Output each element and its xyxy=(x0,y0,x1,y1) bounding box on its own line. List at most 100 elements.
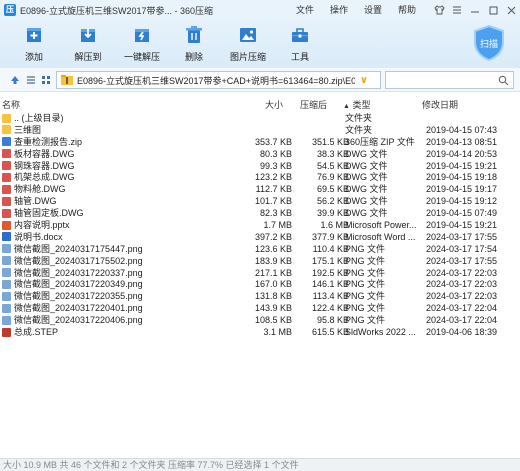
menu-file[interactable]: 文件 xyxy=(288,0,322,20)
extract-to-button[interactable]: 解压到 xyxy=(63,24,113,63)
file-list: .. (上级目录) 文件夹 三维图 文件夹 2019-04-15 07:43 查重检测报告… xyxy=(0,112,520,338)
view-detail-icon[interactable] xyxy=(40,74,52,86)
file-row[interactable]: 钢珠容器.DWG 99.3 KB 54.5 KB DWG 文件 2019-04-15 1… xyxy=(0,160,520,172)
file-modified: 2019-04-15 19:18 xyxy=(426,172,498,183)
file-name: 板材容器.DWG xyxy=(14,148,75,159)
view-list-icon[interactable] xyxy=(25,74,37,86)
file-row[interactable]: 轴管固定板.DWG 82.3 KB 39.9 KB DWG 文件 2019-04-15 … xyxy=(0,207,520,219)
file-row[interactable]: 查重检测报告.zip 353.7 KB 351.5 KB 360压缩 ZIP 文件 20… xyxy=(0,136,520,148)
file-name-cell: 板材容器.DWG xyxy=(2,148,75,160)
maximize-icon[interactable] xyxy=(484,0,502,20)
add-label: 添加 xyxy=(24,52,43,62)
file-type: DWG 文件 xyxy=(345,196,388,207)
path-field[interactable]: E0896-立式旋压机三维SW2017带参+CAD+说明书=613464=80.… xyxy=(56,71,381,89)
one-click-extract-button[interactable]: 一键解压 xyxy=(117,24,167,63)
file-name-cell: 物料舱.DWG xyxy=(2,183,66,195)
minimize-icon[interactable] xyxy=(466,0,484,20)
search-input[interactable] xyxy=(385,71,514,89)
file-modified: 2024-03-17 22:03 xyxy=(426,291,498,302)
file-modified: 2024-03-17 22:03 xyxy=(426,279,498,290)
file-row[interactable]: 微信截图_20240317220401.png 143.9 KB 122.4 KB P… xyxy=(0,302,520,314)
file-name-cell: 三维图 xyxy=(2,124,41,136)
col-packed[interactable]: 压缩后 xyxy=(300,98,327,111)
scan-label: 扫描 xyxy=(479,39,498,49)
file-size: 80.3 KB xyxy=(259,148,292,159)
file-type: DWG 文件 xyxy=(345,172,388,183)
file-type: PNG 文件 xyxy=(345,267,386,278)
menu-settings[interactable]: 设置 xyxy=(356,0,390,20)
file-modified: 2019-04-13 08:51 xyxy=(426,136,498,147)
up-arrow-icon[interactable] xyxy=(9,74,21,86)
close-icon[interactable] xyxy=(502,0,520,20)
file-name-cell: 轴管.DWG xyxy=(2,195,57,207)
col-modified[interactable]: 修改日期 xyxy=(422,98,458,111)
file-packed-size: 192.5 KB xyxy=(311,267,349,278)
toolbox-icon xyxy=(289,24,311,46)
file-row[interactable]: 微信截图_20240317220349.png 167.0 KB 146.1 KB P… xyxy=(0,278,520,290)
file-type: PNG 文件 xyxy=(345,279,386,290)
dwg-icon xyxy=(2,208,11,218)
file-name: 轴管固定板.DWG xyxy=(14,208,84,219)
col-type[interactable]: ▲ 类型 xyxy=(343,98,370,111)
file-type: Microsoft Power... xyxy=(345,220,417,231)
file-packed-size: 110.4 KB xyxy=(312,243,349,254)
menu-list-icon[interactable] xyxy=(448,0,466,20)
col-size[interactable]: 大小 xyxy=(265,98,283,111)
file-row[interactable]: 板材容器.DWG 80.3 KB 38.3 KB DWG 文件 2019-04-14 2… xyxy=(0,148,520,160)
menu-bar: 文件 操作 设置 帮助 xyxy=(288,0,424,20)
file-row[interactable]: 说明书.docx 397.2 KB 377.9 KB Microsoft Word .… xyxy=(0,231,520,243)
folder-up-icon xyxy=(2,113,11,123)
file-row[interactable]: 微信截图_20240317220337.png 217.1 KB 192.5 KB P… xyxy=(0,267,520,279)
zip-icon xyxy=(2,137,11,147)
skin-icon[interactable] xyxy=(430,0,448,20)
file-name: 微信截图_20240317220349.png xyxy=(14,279,143,290)
delete-button[interactable]: 删除 xyxy=(169,24,219,63)
file-size: 397.2 KB xyxy=(254,231,292,242)
file-modified: 2019-04-15 19:17 xyxy=(426,184,498,195)
file-row[interactable]: 轴管.DWG 101.7 KB 56.2 KB DWG 文件 2019-04-15 19… xyxy=(0,195,520,207)
file-modified: 2019-04-06 18:39 xyxy=(426,327,498,338)
tools-button[interactable]: 工具 xyxy=(275,24,325,63)
file-type: 文件夹 xyxy=(345,124,373,135)
menu-operation[interactable]: 操作 xyxy=(322,0,356,20)
file-row[interactable]: .. (上级目录) 文件夹 xyxy=(0,112,520,124)
app-logo-icon: 压 xyxy=(4,4,16,16)
file-row[interactable]: 物料舱.DWG 112.7 KB 69.5 KB DWG 文件 2019-04-15 1… xyxy=(0,183,520,195)
dwg-icon xyxy=(2,184,11,194)
search-icon[interactable] xyxy=(498,75,509,86)
file-modified: 2019-04-15 07:43 xyxy=(426,124,498,135)
file-type: PNG 文件 xyxy=(345,291,386,302)
dwg-icon xyxy=(2,161,11,171)
status-bar: 大小 10.9 MB 共 46 个文件和 2 个文件夹 压缩率 77.7% 已经… xyxy=(0,458,520,471)
dwg-icon xyxy=(2,172,11,182)
file-row[interactable]: 三维图 文件夹 2019-04-15 07:43 xyxy=(0,124,520,136)
file-row[interactable]: 微信截图_20240317175447.png 123.6 KB 110.4 KB P… xyxy=(0,243,520,255)
file-name-cell: 微信截图_20240317220401.png xyxy=(2,302,143,314)
col-type-label: 类型 xyxy=(352,100,371,110)
file-type: DWG 文件 xyxy=(345,208,388,219)
file-row[interactable]: 微信截图_20240317220406.png 108.5 KB 95.8 KB PN… xyxy=(0,314,520,326)
scan-button[interactable]: 扫描 xyxy=(472,24,506,62)
pptx-icon xyxy=(2,220,11,230)
extract-to-icon xyxy=(77,24,99,46)
file-type: 文件夹 xyxy=(345,113,373,123)
menu-help[interactable]: 帮助 xyxy=(390,0,424,20)
file-name-cell: .. (上级目录) xyxy=(2,112,64,124)
file-modified: 2024-03-17 22:04 xyxy=(426,315,498,326)
file-size: 99.3 KB xyxy=(259,160,292,171)
file-row[interactable]: 微信截图_20240317220355.png 131.8 KB 113.4 KB P… xyxy=(0,290,520,302)
file-type: PNG 文件 xyxy=(345,303,386,314)
file-row[interactable]: 微信截图_20240317175502.png 183.9 KB 175.1 KB P… xyxy=(0,255,520,267)
file-row[interactable]: 内容说明.pptx 1.7 MB 1.6 MB Microsoft Power... 2… xyxy=(0,219,520,231)
file-size: 3.1 MB xyxy=(263,327,292,338)
png-icon xyxy=(2,244,11,254)
file-row[interactable]: 总成.STEP 3.1 MB 615.5 KB SldWorks 2022 ... 20… xyxy=(0,326,520,338)
file-name: 微信截图_20240317175502.png xyxy=(14,255,143,266)
add-button[interactable]: 添加 xyxy=(9,24,59,63)
file-row[interactable]: 机架总成.DWG 123.2 KB 76.9 KB DWG 文件 2019-04-15 … xyxy=(0,171,520,183)
file-name-cell: 微信截图_20240317220406.png xyxy=(2,314,143,326)
col-name[interactable]: 名称 xyxy=(2,98,20,111)
image-compress-button[interactable]: 图片压缩 xyxy=(223,24,273,63)
chevron-down-icon[interactable]: ∨ xyxy=(360,75,368,86)
one-click-extract-label: 一键解压 xyxy=(123,52,160,62)
